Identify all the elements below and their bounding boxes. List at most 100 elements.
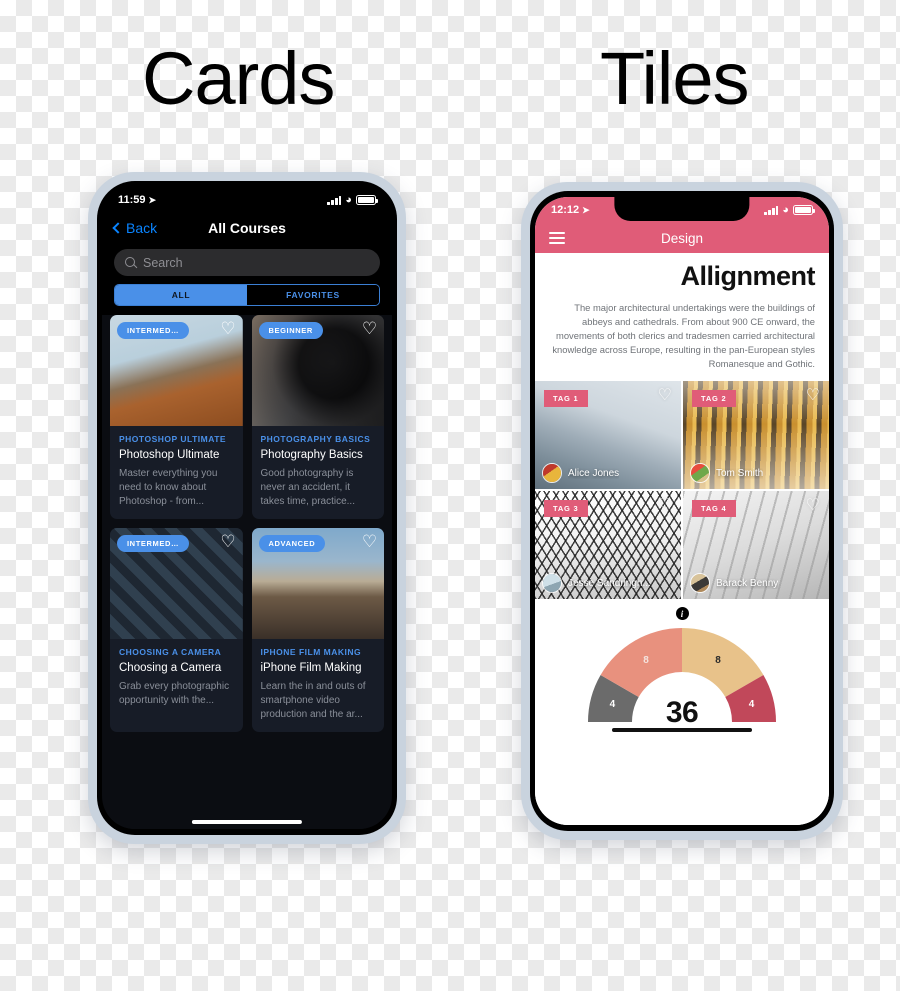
tile-tag-badge: TAG 4 bbox=[692, 500, 736, 517]
heart-outline-icon[interactable]: ♡ bbox=[658, 498, 672, 514]
heart-outline-icon[interactable]: ♡ bbox=[361, 320, 378, 337]
search-icon bbox=[125, 257, 136, 268]
course-description: Good photography is never an accident, i… bbox=[260, 468, 355, 507]
heart-outline-icon[interactable]: ♡ bbox=[806, 498, 820, 514]
heart-outline-icon[interactable]: ♡ bbox=[658, 388, 672, 404]
info-circle-icon[interactable]: i bbox=[675, 607, 689, 620]
course-kicker: CHOOSING A CAMERA bbox=[119, 647, 222, 657]
tile-author-name: Barack Benny bbox=[716, 577, 779, 589]
heading-cards: Cards bbox=[142, 37, 335, 120]
course-card[interactable]: ADVANCED ♡ IPHONE FILM MAKING iPhone Fil… bbox=[251, 528, 384, 732]
tile-item[interactable]: TAG 2 ♡ Tom Smith bbox=[683, 381, 829, 489]
course-level-badge: INTERMEDI... bbox=[117, 322, 189, 339]
back-button-label: Back bbox=[126, 220, 158, 236]
search-placeholder: Search bbox=[143, 255, 183, 270]
tile-tag-badge: TAG 1 bbox=[544, 390, 588, 407]
gauge-segment-label-2: 8 bbox=[643, 655, 649, 666]
app-tiles: 12:12 ➤ ◕ Design Allignment The major ar… bbox=[535, 197, 829, 825]
search-input[interactable]: Search bbox=[114, 249, 380, 276]
avatar-image bbox=[543, 464, 561, 482]
tile-author-name: Alice Jones bbox=[568, 467, 620, 479]
heart-outline-icon[interactable]: ♡ bbox=[361, 533, 378, 550]
article-heading: Allignment bbox=[680, 261, 816, 291]
course-kicker: PHOTOGRAPHY BASICS bbox=[260, 434, 371, 444]
tile-item[interactable]: TAG 3 ♡ Jesse Sandringh... bbox=[535, 491, 681, 599]
course-card[interactable]: INTERMEDI... ♡ PHOTOSHOP ULTIMATE Photos… bbox=[110, 315, 243, 519]
search-container: Search bbox=[102, 243, 392, 276]
heart-outline-icon[interactable]: ♡ bbox=[220, 320, 237, 337]
course-title: Choosing a Camera bbox=[119, 662, 222, 674]
section-headings: Cards Tiles bbox=[0, 26, 900, 136]
navigation-bar-left: Back All Courses bbox=[102, 213, 392, 243]
avatar bbox=[542, 463, 562, 483]
course-kicker: PHOTOSHOP ULTIMATE bbox=[119, 434, 227, 444]
course-card-image-wrap: INTERMEDI... ♡ bbox=[110, 528, 243, 639]
tab-favorites[interactable]: FAVORITES bbox=[247, 285, 379, 305]
phone-mockup-cards: 11:59 ➤ ◕ Back All Courses Search ALL FA… bbox=[88, 172, 406, 844]
status-left-group: 11:59 ➤ bbox=[118, 194, 156, 206]
notch-left bbox=[180, 187, 314, 211]
app-cards: 11:59 ➤ ◕ Back All Courses Search ALL FA… bbox=[102, 187, 392, 829]
course-list-scroll[interactable]: INTERMEDI... ♡ PHOTOSHOP ULTIMATE Photos… bbox=[102, 315, 392, 829]
gauge-segment-label-3: 8 bbox=[715, 655, 721, 666]
course-card[interactable]: BEGINNER ♡ PHOTOGRAPHY BASICS Photograph… bbox=[251, 315, 385, 519]
back-button[interactable]: Back bbox=[112, 220, 158, 236]
segmented-control: ALL FAVORITES bbox=[114, 284, 380, 306]
wifi-icon: ◕ bbox=[782, 203, 789, 216]
course-title: Photoshop Ultimate bbox=[119, 449, 220, 461]
course-card-body: CHOOSING A CAMERA Choosing a Camera Grab… bbox=[110, 639, 243, 718]
course-description: Grab every photographic opportunity with… bbox=[119, 681, 230, 706]
tile-author-name: Jesse Sandringh... bbox=[568, 577, 651, 589]
phone-bezel-left: 11:59 ➤ ◕ Back All Courses Search ALL FA… bbox=[97, 181, 397, 835]
avatar bbox=[690, 573, 710, 593]
course-level-badge: BEGINNER bbox=[258, 322, 323, 339]
course-description: Learn the in and outs of smartphone vide… bbox=[260, 681, 366, 720]
chevron-left-icon bbox=[112, 222, 124, 234]
status-left-group: 12:12 ➤ bbox=[551, 204, 590, 216]
course-card-image-wrap: BEGINNER ♡ bbox=[251, 315, 384, 426]
gauge-needle bbox=[612, 728, 752, 732]
article-section: Allignment The major architectural under… bbox=[535, 253, 829, 381]
tile-footer: Tom Smith bbox=[690, 463, 822, 483]
gauge-chart: 4884 36 bbox=[584, 624, 780, 734]
course-description: Master everything you need to know about… bbox=[119, 468, 218, 507]
wifi-icon: ◕ bbox=[345, 193, 352, 206]
notch-right bbox=[614, 197, 750, 221]
course-level-badge: INTERMEDI... bbox=[117, 535, 189, 552]
course-card[interactable]: INTERMEDI... ♡ CHOOSING A CAMERA Choosin… bbox=[110, 528, 243, 732]
tile-item[interactable]: TAG 4 ♡ Barack Benny bbox=[683, 491, 829, 599]
tile-footer: Alice Jones bbox=[542, 463, 674, 483]
status-right-group: ◕ bbox=[327, 193, 378, 206]
course-level-badge: ADVANCED bbox=[258, 535, 326, 552]
avatar bbox=[542, 573, 562, 593]
hamburger-menu-icon[interactable] bbox=[549, 232, 565, 244]
tab-all[interactable]: ALL bbox=[115, 285, 247, 305]
avatar-image bbox=[691, 574, 709, 592]
screen-left: 11:59 ➤ ◕ Back All Courses Search ALL FA… bbox=[102, 187, 392, 829]
tile-tag-badge: TAG 3 bbox=[544, 500, 588, 517]
phone-mockup-tiles: 12:12 ➤ ◕ Design Allignment The major ar… bbox=[521, 182, 843, 840]
course-card-body: PHOTOSHOP ULTIMATE Photoshop Ultimate Ma… bbox=[110, 426, 243, 519]
tile-grid: TAG 1 ♡ Alice Jones TAG 2 ♡ Tom Smith TA… bbox=[535, 381, 829, 599]
heart-outline-icon[interactable]: ♡ bbox=[806, 388, 820, 404]
cellular-bars-icon bbox=[764, 205, 779, 215]
screen-right: 12:12 ➤ ◕ Design Allignment The major ar… bbox=[535, 197, 829, 825]
tile-author-name: Tom Smith bbox=[716, 467, 764, 479]
heading-tiles: Tiles bbox=[600, 37, 749, 120]
home-indicator-right bbox=[626, 816, 738, 820]
course-card-body: PHOTOGRAPHY BASICS Photography Basics Go… bbox=[252, 426, 385, 519]
tile-footer: Barack Benny bbox=[690, 573, 822, 593]
list-bottom-fade bbox=[102, 803, 392, 829]
location-arrow-icon: ➤ bbox=[148, 194, 157, 205]
avatar-image bbox=[691, 464, 709, 482]
article-paragraph: The major architectural undertakings wer… bbox=[552, 302, 815, 369]
location-arrow-icon: ➤ bbox=[582, 204, 590, 215]
cellular-bars-icon bbox=[327, 195, 342, 205]
gauge-center-value: 36 bbox=[665, 696, 699, 729]
status-right-group: ◕ bbox=[764, 203, 815, 216]
course-kicker: IPHONE FILM MAKING bbox=[260, 647, 362, 657]
course-card-grid: INTERMEDI... ♡ PHOTOSHOP ULTIMATE Photos… bbox=[110, 315, 384, 732]
heart-outline-icon[interactable]: ♡ bbox=[220, 533, 237, 550]
tile-item[interactable]: TAG 1 ♡ Alice Jones bbox=[535, 381, 681, 489]
course-title: Photography Basics bbox=[260, 449, 363, 461]
